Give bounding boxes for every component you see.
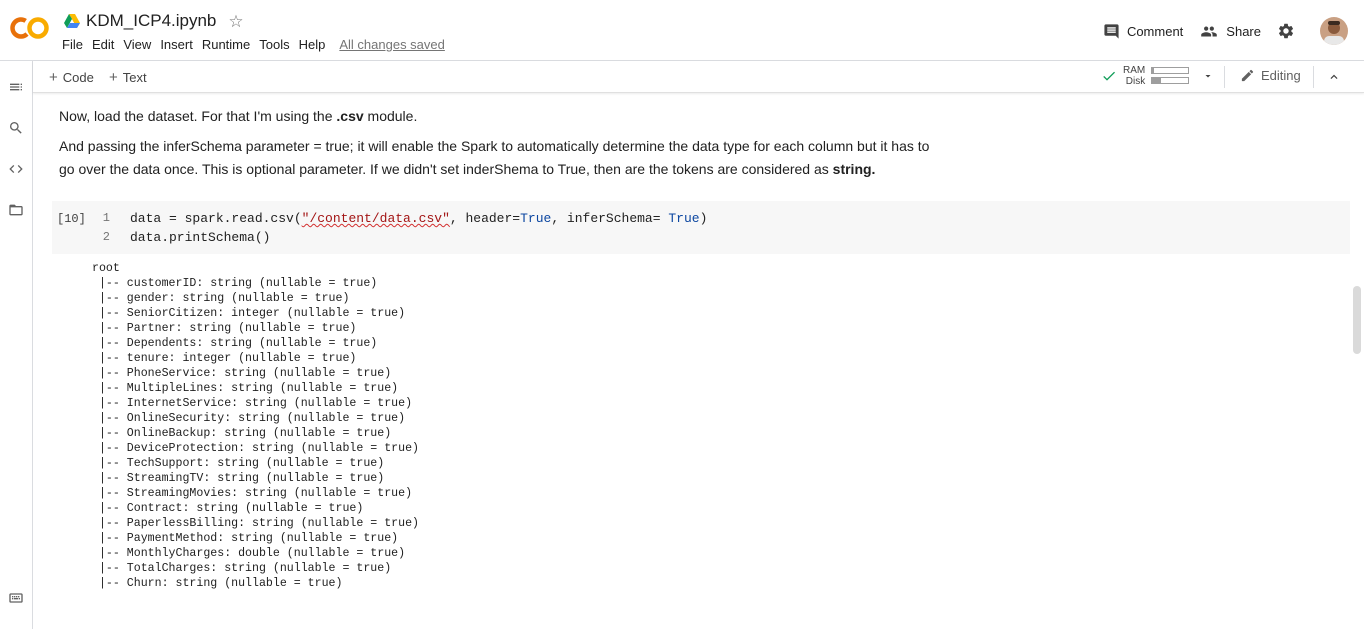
menu-file[interactable]: File — [62, 37, 83, 52]
divider — [1313, 66, 1314, 88]
search-icon[interactable] — [8, 120, 24, 136]
settings-button[interactable] — [1277, 22, 1302, 40]
output-line: |-- DeviceProtection: string (nullable =… — [92, 442, 419, 455]
pencil-icon — [1241, 69, 1254, 82]
header: KDM_ICP4.ipynb ☆ File Edit View Insert R… — [0, 0, 1364, 61]
google-drive-icon — [64, 14, 80, 28]
execution-count[interactable]: [10] — [57, 212, 86, 226]
output-line: |-- TotalCharges: string (nullable = tru… — [92, 562, 392, 575]
disk-label: Disk — [1125, 75, 1146, 87]
left-rail — [0, 61, 33, 629]
editing-mode-button[interactable]: Editing — [1240, 68, 1301, 83]
output-line: |-- tenure: integer (nullable = true) — [92, 352, 357, 365]
output-line: |-- Contract: string (nullable = true) — [92, 502, 364, 515]
output-line: |-- Partner: string (nullable = true) — [92, 322, 357, 335]
folder-icon[interactable] — [8, 202, 24, 218]
text-cell[interactable]: Now, load the dataset. For that I'm usin… — [59, 105, 979, 188]
output-line: |-- PhoneService: string (nullable = tru… — [92, 367, 392, 380]
menu-view[interactable]: View — [123, 37, 151, 52]
connected-check-icon — [1103, 71, 1115, 81]
header-actions: Comment Share — [1087, 16, 1348, 46]
code-editor[interactable]: data = spark.read.csv("/content/data.csv… — [130, 209, 707, 247]
menu-insert[interactable]: Insert — [160, 37, 193, 52]
menu-runtime[interactable]: Runtime — [202, 37, 250, 52]
code-line: data = spark.read.csv("/content/data.csv… — [130, 211, 708, 226]
output-line: |-- PaymentMethod: string (nullable = tr… — [92, 532, 399, 545]
text-paragraph: And passing the inferSchema parameter = … — [59, 138, 930, 177]
output-line: root — [92, 262, 120, 275]
star-icon[interactable]: ☆ — [228, 13, 243, 30]
menu-bar: File Edit View Insert Runtime Tools Help… — [62, 37, 445, 52]
add-text-button[interactable]: + Text — [109, 69, 147, 86]
scrollbar[interactable] — [1353, 286, 1361, 354]
plus-icon: + — [49, 69, 58, 86]
code-snippets-icon[interactable] — [8, 161, 24, 177]
add-code-button[interactable]: + Code — [49, 69, 94, 86]
chevron-up-icon[interactable] — [1327, 70, 1341, 84]
avatar[interactable] — [1320, 17, 1348, 45]
output-line: |-- OnlineSecurity: string (nullable = t… — [92, 412, 406, 425]
output-line: |-- InternetService: string (nullable = … — [92, 397, 413, 410]
save-status-link[interactable]: All changes saved — [339, 37, 445, 52]
disk-usage-bar — [1151, 77, 1190, 84]
output-line: |-- StreamingMovies: string (nullable = … — [92, 487, 413, 500]
people-icon — [1201, 26, 1218, 36]
output-line: |-- PaperlessBilling: string (nullable =… — [92, 517, 419, 530]
output-line: |-- MultipleLines: string (nullable = tr… — [92, 382, 399, 395]
title-row: KDM_ICP4.ipynb ☆ — [64, 10, 244, 32]
menu-help[interactable]: Help — [299, 37, 326, 52]
output-line: |-- gender: string (nullable = true) — [92, 292, 350, 305]
output-line: |-- MonthlyCharges: double (nullable = t… — [92, 547, 406, 560]
resource-monitor[interactable]: RAM Disk — [1101, 64, 1190, 87]
ram-usage-bar — [1151, 67, 1190, 74]
notebook-toolbar: + Code + Text RAM Disk Editing — [33, 61, 1364, 93]
output-line: |-- TechSupport: string (nullable = true… — [92, 457, 385, 470]
output-line: |-- Churn: string (nullable = true) — [92, 577, 343, 590]
output-line: |-- Dependents: string (nullable = true) — [92, 337, 378, 350]
add-text-label: Text — [122, 70, 147, 85]
ram-label: RAM — [1123, 64, 1146, 76]
code-line: data.printSchema() — [130, 230, 271, 245]
line-numbers: 1 2 — [102, 211, 110, 244]
output-line: |-- SeniorCitizen: integer (nullable = t… — [92, 307, 406, 320]
colab-logo[interactable] — [10, 14, 50, 42]
plus-icon: + — [109, 69, 118, 86]
chevron-down-icon[interactable] — [1202, 70, 1214, 82]
share-button[interactable]: Share — [1199, 23, 1261, 40]
divider — [1224, 66, 1225, 88]
notebook-title[interactable]: KDM_ICP4.ipynb — [86, 11, 216, 31]
text-paragraph: Now, load the dataset. For that I'm usin… — [59, 108, 418, 124]
add-code-label: Code — [62, 70, 94, 85]
share-label: Share — [1226, 23, 1261, 39]
menu-tools[interactable]: Tools — [259, 37, 289, 52]
code-cell[interactable]: [10] 1 2 data = spark.read.csv("/content… — [52, 201, 1350, 254]
comment-button[interactable]: Comment — [1103, 23, 1183, 40]
output-line: |-- customerID: string (nullable = true) — [92, 277, 378, 290]
output-line: |-- StreamingTV: string (nullable = true… — [92, 472, 385, 485]
keyboard-icon[interactable] — [8, 590, 24, 606]
menu-edit[interactable]: Edit — [92, 37, 114, 52]
gear-icon — [1278, 23, 1294, 39]
comment-label: Comment — [1126, 23, 1184, 39]
table-of-contents-icon[interactable] — [8, 79, 24, 95]
cell-output: root |-- customerID: string (nullable = … — [92, 261, 419, 591]
comment-icon — [1104, 23, 1119, 39]
editing-label: Editing — [1261, 68, 1301, 83]
output-line: |-- OnlineBackup: string (nullable = tru… — [92, 427, 392, 440]
notebook-content: Now, load the dataset. For that I'm usin… — [33, 93, 1364, 629]
